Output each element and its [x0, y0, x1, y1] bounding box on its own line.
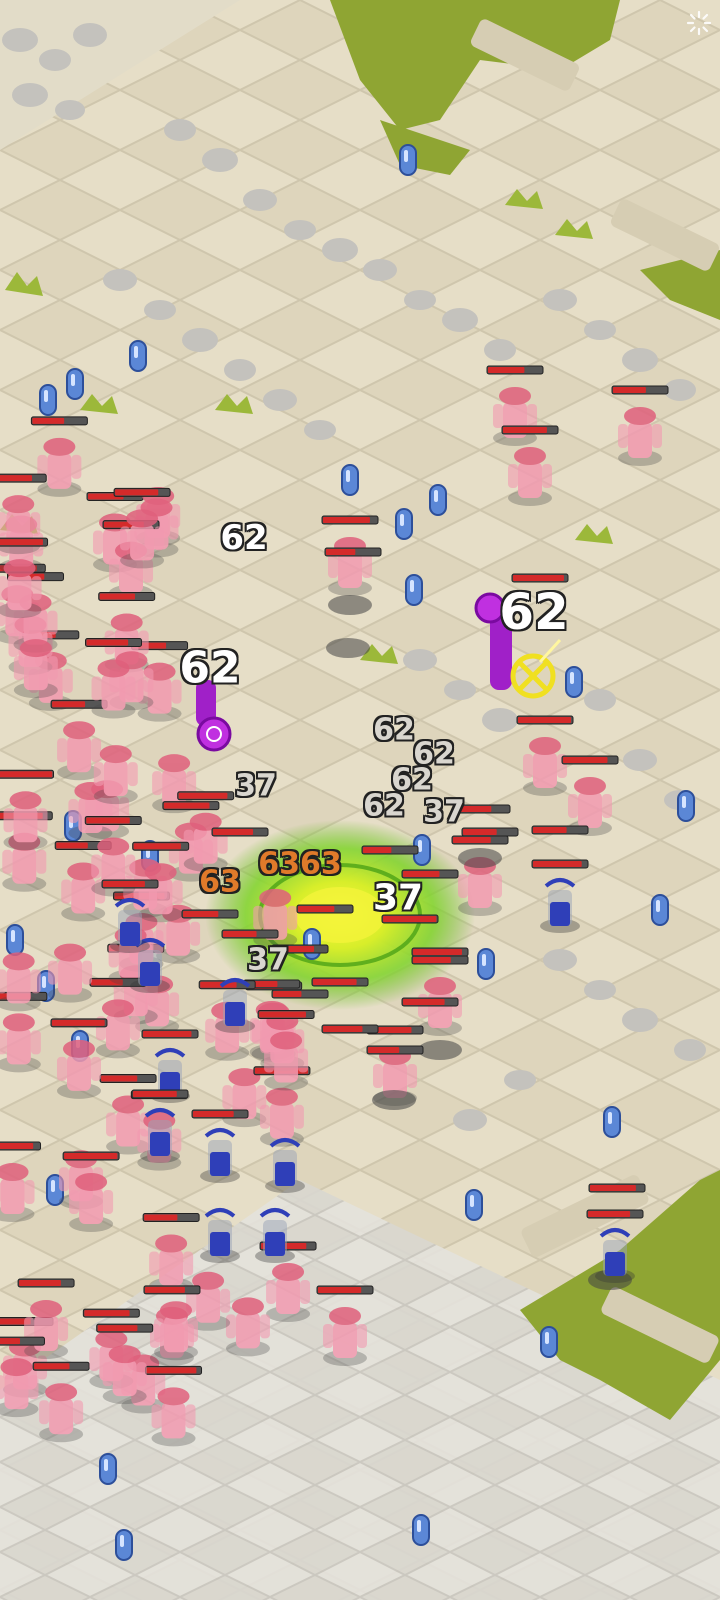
damage-number: 37 [247, 942, 289, 978]
damage-number: 37 [372, 877, 424, 919]
damage-number: 62 [363, 788, 405, 824]
damage-number: 37 [235, 768, 277, 804]
game-scene[interactable]: 62 62 62 62 62 62 62 37 37 37 37 63 6363 [0, 0, 720, 1600]
damage-number: 37 [423, 794, 465, 830]
damage-number: 62 [179, 642, 241, 694]
damage-number: 6363 [258, 846, 342, 882]
damage-number: 62 [220, 518, 268, 558]
damage-number: 62 [499, 583, 569, 641]
damage-numbers: 62 62 62 62 62 62 62 37 37 37 37 63 6363 [0, 0, 720, 1600]
damage-number: 62 [373, 712, 415, 748]
damage-number: 63 [199, 864, 241, 900]
